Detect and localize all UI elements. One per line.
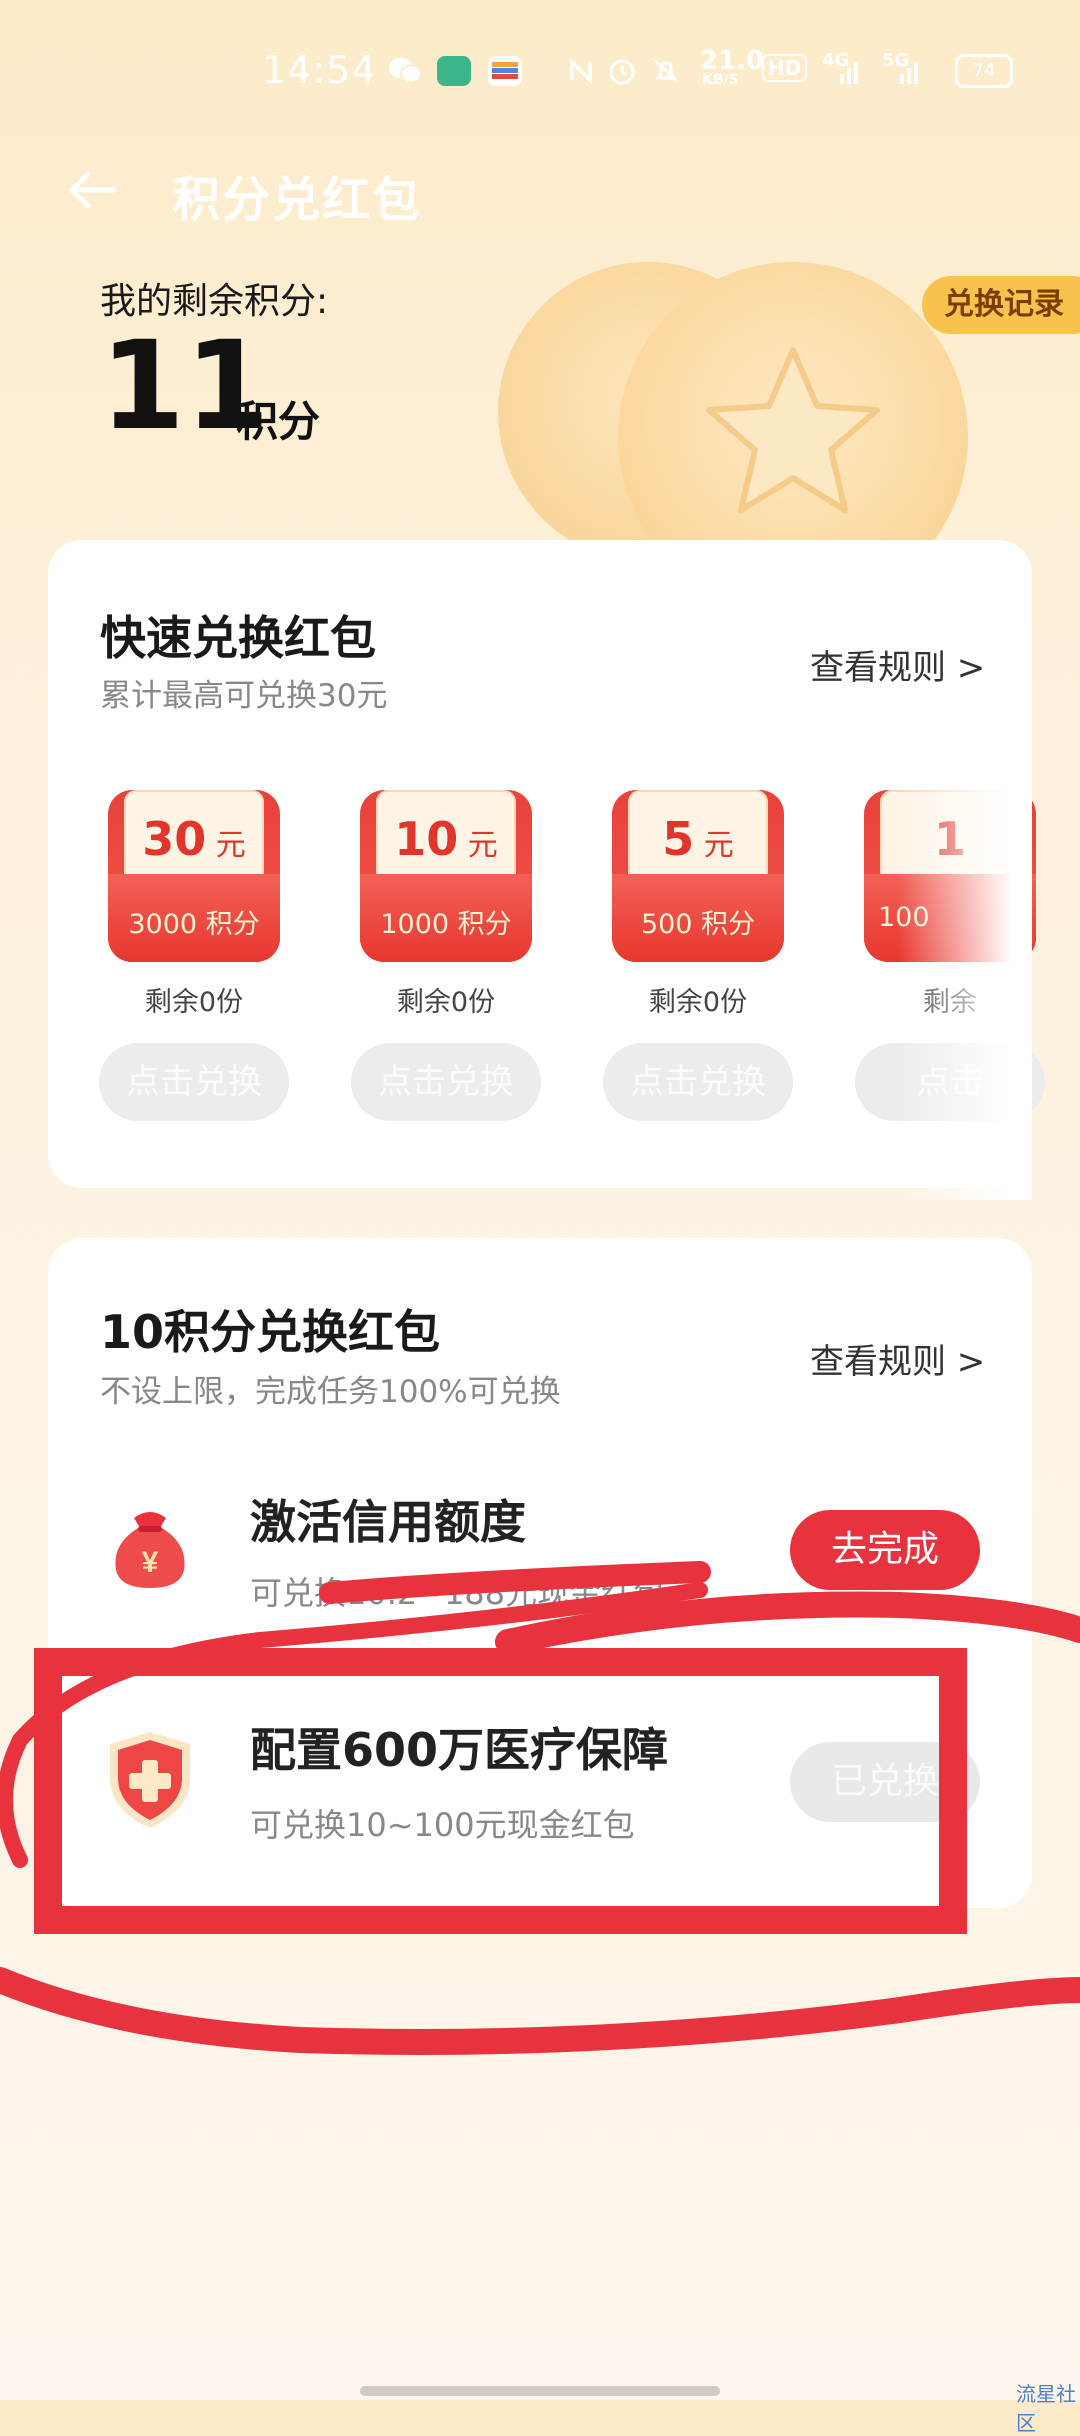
task-exchange-card: 10积分兑换红包 不设上限，完成任务100%可兑换 查看规则 > ¥ 激活信用额…	[48, 1238, 1032, 1908]
packet-remain: 剩余0份	[648, 987, 748, 1018]
go-complete-button[interactable]: 去完成	[790, 1510, 980, 1590]
packet-unit: 元	[467, 828, 498, 863]
packet-amount: 30	[142, 812, 207, 866]
packet-amount: 10	[394, 812, 459, 866]
signal-1-icon	[826, 58, 860, 88]
money-bag-icon: ¥	[104, 1500, 196, 1592]
home-indicator[interactable]	[360, 2386, 720, 2396]
red-packet-5[interactable]: 5 元 500 积分	[612, 790, 784, 962]
status-time: 14:54	[262, 48, 377, 92]
medical-shield-icon	[104, 1728, 196, 1828]
app-icon	[437, 56, 471, 86]
wechat-icon	[388, 56, 422, 86]
page-title: 积分兑红包	[172, 172, 423, 228]
net-speed-unit: KB/S	[702, 72, 739, 88]
packet-remain: 剩余0份	[144, 987, 244, 1018]
task-name: 配置600万医疗保障	[250, 1723, 669, 1777]
watermark: 流星社区	[1016, 2382, 1076, 2435]
packet-unit: 元	[215, 828, 246, 863]
exchange-record-button[interactable]: 兑换记录	[922, 276, 1080, 334]
quick-exchange-card: 快速兑换红包 累计最高可兑换30元 查看规则 > 30 元 3000 积分 剩余…	[48, 540, 1045, 1200]
task-rules-link[interactable]: 查看规则 >	[810, 1334, 985, 1383]
quick-exchange-title: 快速兑换红包	[100, 611, 376, 665]
wallet-icon	[488, 56, 522, 86]
exchange-button[interactable]: 点击兑换	[603, 1043, 793, 1121]
task-desc: 可兑换10.2~188元现金红包	[250, 1574, 666, 1612]
battery-icon: 74	[955, 54, 1013, 88]
packet-cost: 1000 积分	[380, 909, 512, 940]
svg-text:¥: ¥	[142, 1546, 159, 1579]
alarm-icon	[606, 56, 640, 86]
hd-icon: HD	[762, 54, 808, 82]
nfc-icon	[566, 56, 600, 86]
red-packet-10[interactable]: 10 元 1000 积分	[360, 790, 532, 962]
quick-exchange-subtitle: 累计最高可兑换30元	[100, 678, 388, 714]
task-exchange-subtitle: 不设上限，完成任务100%可兑换	[100, 1374, 561, 1410]
exchange-button[interactable]: 点击兑换	[351, 1043, 541, 1121]
arrow-left-icon	[69, 171, 117, 209]
packet-unit: 元	[703, 828, 734, 863]
back-button[interactable]	[62, 160, 122, 220]
packet-remain: 剩余0份	[396, 987, 496, 1018]
packet-amount: 5	[662, 812, 695, 866]
task-desc: 可兑换10~100元现金红包	[250, 1806, 635, 1844]
status-bar: 14:54 21.0 KB/S HD 4G 5G 74	[0, 40, 1080, 100]
task-name: 激活信用额度	[250, 1495, 526, 1549]
exchange-button[interactable]: 点击兑换	[99, 1043, 289, 1121]
points-unit: 积分	[236, 397, 321, 446]
task-exchange-title: 10积分兑换红包	[100, 1305, 441, 1359]
quick-rules-link[interactable]: 查看规则 >	[810, 640, 985, 689]
packet-cost: 3000 积分	[128, 909, 260, 940]
red-packet-30[interactable]: 30 元 3000 积分	[108, 790, 280, 962]
signal-2-icon	[886, 58, 920, 88]
scroll-fade	[898, 760, 1032, 1200]
packet-cost: 500 积分	[640, 909, 756, 940]
mute-icon	[650, 56, 684, 86]
exchanged-button[interactable]: 已兑换	[790, 1742, 980, 1822]
star-icon	[706, 347, 880, 513]
